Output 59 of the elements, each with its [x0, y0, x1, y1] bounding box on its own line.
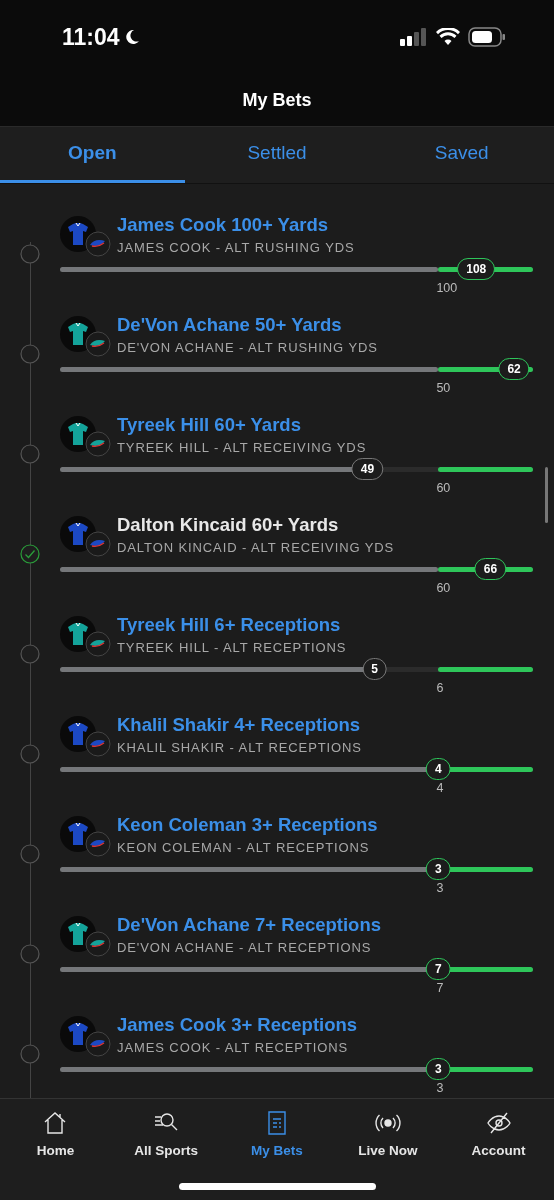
- nav-item[interactable]: All Sports: [110, 1105, 222, 1163]
- scroll-bar: [545, 466, 548, 523]
- current-value: 62: [498, 357, 530, 380]
- battery-icon: [468, 27, 506, 48]
- team-logo-icon: [85, 630, 111, 657]
- line-value: 7: [436, 980, 444, 995]
- bet-title[interactable]: Tyreek Hill 60+ Yards: [117, 413, 367, 436]
- team-logo-icon: [85, 830, 111, 857]
- nav-item[interactable]: Live Now: [332, 1105, 444, 1163]
- current-value: 5: [362, 657, 387, 680]
- line-value: 3: [436, 880, 444, 895]
- current-value: 66: [474, 557, 507, 580]
- line-value: 3: [436, 1080, 444, 1095]
- moon-icon: [123, 29, 140, 46]
- current-value: 3: [426, 857, 451, 880]
- team-logo-icon: [85, 330, 111, 357]
- team-logo-icon: [85, 230, 111, 257]
- bet-market: DE'VON ACHANE - ALT RECEPTIONS: [117, 939, 373, 955]
- bet-title[interactable]: De'Von Achane 7+ Receptions: [117, 913, 381, 936]
- current-value: 4: [426, 757, 451, 780]
- line-value: 60: [436, 580, 451, 595]
- line-value: 6: [436, 680, 444, 695]
- line-value: 4: [436, 780, 444, 795]
- team-logo-icon: [85, 930, 111, 957]
- page-title: My Bets: [242, 89, 312, 111]
- nav-item[interactable]: Account: [443, 1105, 554, 1163]
- bet-market: JAMES COOK - ALT RUSHING YDS: [117, 239, 355, 255]
- signal-icon: [400, 28, 428, 47]
- bet-market: DALTON KINCAID - ALT RECEIVING YDS: [117, 539, 395, 555]
- status-time: 11:04: [62, 23, 120, 51]
- bet-market: TYREEK HILL - ALT RECEIVING YDS: [117, 439, 367, 455]
- line-value: 100: [436, 280, 458, 295]
- current-value: 7: [426, 957, 451, 980]
- current-value: 108: [457, 257, 496, 280]
- bet-market: KHALIL SHAKIR - ALT RECEPTIONS: [117, 739, 362, 755]
- bet-market: TYREEK HILL - ALT RECEPTIONS: [117, 639, 347, 655]
- bet-market: DE'VON ACHANE - ALT RUSHING YDS: [117, 339, 378, 355]
- current-value: 49: [351, 457, 384, 480]
- nav-item[interactable]: Home: [0, 1105, 111, 1163]
- bet-title[interactable]: Dalton Kincaid 60+ Yards: [117, 513, 395, 536]
- bet-title[interactable]: Khalil Shakir 4+ Receptions: [117, 713, 362, 736]
- team-logo-icon: [85, 530, 111, 557]
- bet-title[interactable]: Tyreek Hill 6+ Receptions: [117, 613, 347, 636]
- wifi-icon: [436, 28, 460, 47]
- line-value: 60: [436, 480, 451, 495]
- bet-market: JAMES COOK - ALT RECEPTIONS: [117, 1039, 350, 1055]
- bet-title[interactable]: De'Von Achane 50+ Yards: [117, 313, 378, 336]
- line-value: 50: [436, 380, 451, 395]
- nav-item[interactable]: My Bets: [221, 1105, 333, 1163]
- team-logo-icon: [85, 430, 111, 457]
- bet-market: KEON COLEMAN - ALT RECEPTIONS: [117, 839, 371, 855]
- bet-title[interactable]: James Cook 3+ Receptions: [117, 1013, 358, 1036]
- bet-title[interactable]: James Cook 100+ Yards: [117, 213, 355, 236]
- bet-title[interactable]: Keon Coleman 3+ Receptions: [117, 813, 378, 836]
- tab[interactable]: Settled: [184, 126, 370, 183]
- current-value: 3: [426, 1057, 451, 1080]
- team-logo-icon: [85, 730, 111, 757]
- tab[interactable]: Saved: [369, 126, 554, 183]
- team-logo-icon: [85, 1030, 111, 1057]
